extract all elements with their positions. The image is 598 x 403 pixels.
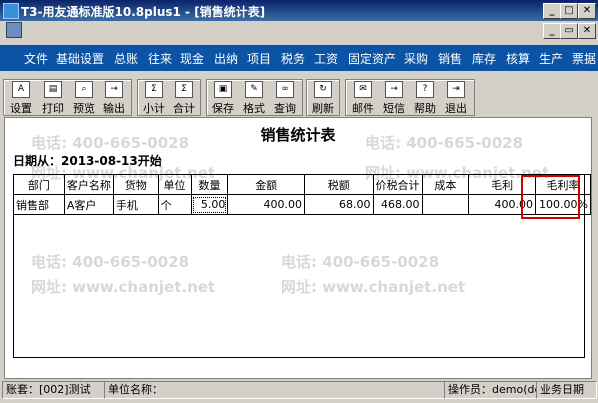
preview-button[interactable]: ⌕ 预览 bbox=[68, 80, 100, 115]
help-button[interactable]: ? 帮助 bbox=[409, 80, 441, 115]
mail-button[interactable]: ✉ 邮件 bbox=[347, 80, 379, 115]
toolbar: A 设置 ▤ 打印 ⌕ 预览 → 输出 Σ 小计 Σ 合计 ▣ 保存 ✎ 格式 ∞ 查询 ↻ 刷新 … bbox=[0, 76, 598, 116]
child-minimize-button[interactable]: _ bbox=[543, 23, 561, 39]
report-title: 销售统计表 bbox=[260, 126, 336, 144]
child-close-button[interactable]: ✕ bbox=[578, 23, 596, 39]
column-header: 数量 bbox=[190, 174, 229, 195]
export-button[interactable]: → 输出 bbox=[98, 80, 130, 115]
menu-item[interactable]: 库存 bbox=[472, 50, 496, 67]
menu-item[interactable]: 出纳 bbox=[214, 50, 238, 67]
table-cell[interactable] bbox=[421, 194, 470, 215]
report-area: 电话: 400-665-0028 电话: 400-665-0028 网址: ww… bbox=[4, 117, 592, 379]
preview-icon: ⌕ bbox=[75, 81, 93, 98]
help-icon: ? bbox=[416, 81, 434, 98]
table-cell[interactable]: 68.00 bbox=[303, 194, 374, 215]
table-cell[interactable]: 个 bbox=[157, 194, 192, 215]
table-cell[interactable]: A客户 bbox=[63, 194, 114, 215]
status-date: 业务日期 bbox=[536, 381, 597, 399]
table-cell[interactable]: 5.00 bbox=[190, 194, 229, 215]
menu-item[interactable]: 往来 bbox=[148, 50, 172, 67]
date-range: 日期从：2013-08-13开始 bbox=[13, 154, 162, 168]
menu-item[interactable]: 总账 bbox=[114, 50, 138, 67]
table-cell[interactable]: 400.00 bbox=[227, 194, 305, 215]
column-header: 货物 bbox=[112, 174, 159, 195]
table-header-row: 部门 客户名称 货物 单位 数量 金额 税额 价税合计 成本 毛利 毛利率 bbox=[13, 174, 592, 195]
total-icon: Σ bbox=[175, 81, 193, 98]
format-button[interactable]: ✎ 格式 bbox=[238, 80, 270, 115]
column-header: 部门 bbox=[13, 174, 65, 195]
save-button[interactable]: ▣ 保存 bbox=[207, 80, 239, 115]
minimize-button[interactable]: _ bbox=[543, 3, 561, 19]
menu-item[interactable]: 生产 bbox=[539, 50, 563, 67]
main-menu: 文件 基础设置 总账 往来 现金 出纳 项目 税务 工资 固定资产 采购 销售 … bbox=[0, 45, 598, 71]
column-header: 客户名称 bbox=[63, 174, 114, 195]
status-unit: 单位名称： bbox=[104, 381, 445, 399]
query-button[interactable]: ∞ 查询 bbox=[269, 80, 301, 115]
subtotal-button[interactable]: Σ 小计 bbox=[138, 80, 170, 115]
menu-item[interactable]: 固定资产 bbox=[348, 50, 396, 67]
column-header: 税额 bbox=[303, 174, 374, 195]
menu-item[interactable]: 核算 bbox=[506, 50, 530, 67]
close-button[interactable]: ✕ bbox=[578, 3, 596, 19]
exit-icon: ⇥ bbox=[447, 81, 465, 98]
column-header: 成本 bbox=[421, 174, 470, 195]
menu-item[interactable]: 项目 bbox=[247, 50, 271, 67]
title-bar: T3-用友通标准版10.8plus1 - [销售统计表] _ □ ✕ bbox=[0, 0, 598, 21]
mdi-bar: _ ▭ ✕ bbox=[0, 21, 598, 39]
refresh-button[interactable]: ↻ 刷新 bbox=[307, 80, 339, 115]
status-account: 账套：[002]测试 bbox=[2, 381, 105, 399]
maximize-button[interactable]: □ bbox=[560, 3, 578, 19]
format-icon: ✎ bbox=[245, 81, 263, 98]
menu-item[interactable]: 销售 bbox=[438, 50, 462, 67]
save-icon: ▣ bbox=[214, 81, 232, 98]
menu-item[interactable]: 采购 bbox=[404, 50, 428, 67]
column-header: 单位 bbox=[157, 174, 192, 195]
document-icon[interactable] bbox=[6, 22, 22, 38]
menu-item[interactable]: 基础设置 bbox=[56, 50, 104, 67]
settings-icon: A bbox=[12, 81, 30, 98]
print-button[interactable]: ▤ 打印 bbox=[37, 80, 69, 115]
margin-rate-highlight bbox=[521, 175, 580, 219]
sms-button[interactable]: → 短信 bbox=[378, 80, 410, 115]
settings-button[interactable]: A 设置 bbox=[5, 80, 37, 115]
menu-item[interactable]: 文件 bbox=[24, 50, 48, 67]
table-cell[interactable]: 销售部 bbox=[13, 194, 65, 215]
app-icon bbox=[3, 3, 19, 19]
export-icon: → bbox=[105, 81, 123, 98]
menu-item[interactable]: 税务 bbox=[281, 50, 305, 67]
table-cell[interactable]: 468.00 bbox=[372, 194, 423, 215]
printer-icon: ▤ bbox=[44, 81, 62, 98]
menu-item[interactable]: 现金 bbox=[180, 50, 204, 67]
report-table: 部门 客户名称 货物 单位 数量 金额 税额 价税合计 成本 毛利 毛利率 销售… bbox=[13, 174, 592, 215]
refresh-icon: ↻ bbox=[314, 81, 332, 98]
column-header: 金额 bbox=[227, 174, 305, 195]
sms-icon: → bbox=[385, 81, 403, 98]
total-button[interactable]: Σ 合计 bbox=[168, 80, 200, 115]
binoculars-icon: ∞ bbox=[276, 81, 294, 98]
column-header: 价税合计 bbox=[372, 174, 423, 195]
status-operator: 操作员：demo(de bbox=[444, 381, 537, 399]
table-cell[interactable]: 手机 bbox=[112, 194, 159, 215]
menu-item[interactable]: 工资 bbox=[314, 50, 338, 67]
exit-button[interactable]: ⇥ 退出 bbox=[440, 80, 472, 115]
subtotal-icon: Σ bbox=[145, 81, 163, 98]
window-title: T3-用友通标准版10.8plus1 - [销售统计表] bbox=[21, 5, 266, 19]
mail-icon: ✉ bbox=[354, 81, 372, 98]
table-row: 销售部 A客户 手机 个 5.00 400.00 68.00 468.00 40… bbox=[13, 194, 592, 215]
menu-item[interactable]: 票据 bbox=[572, 50, 596, 67]
child-restore-button[interactable]: ▭ bbox=[560, 23, 578, 39]
status-bar: 账套：[002]测试 单位名称： 操作员：demo(de 业务日期 bbox=[0, 380, 598, 400]
